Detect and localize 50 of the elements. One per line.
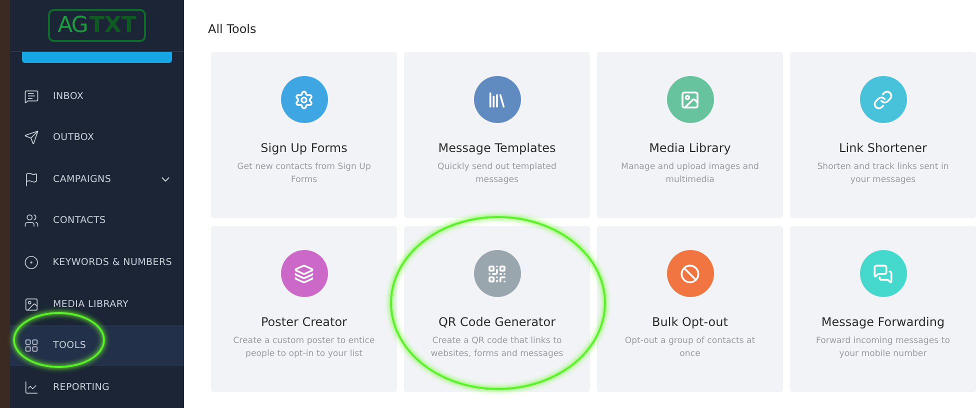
tool-title: Sign Up Forms xyxy=(260,141,348,155)
layers-icon xyxy=(294,264,314,284)
sidebar-item[interactable]: OUTBOX xyxy=(10,116,184,158)
image-icon xyxy=(24,296,39,312)
page-title: All Tools xyxy=(208,22,258,36)
sidebar-item[interactable]: INBOX xyxy=(10,75,184,117)
tool-title: Link Shortener xyxy=(839,141,927,155)
ban-icon xyxy=(680,264,700,284)
tool-card[interactable]: Link Shortener Shorten and track links sent in your messages xyxy=(790,52,976,218)
tool-description: Opt-out a group of contacts at once xyxy=(624,335,756,361)
sidebar-item[interactable]: CONTACTS xyxy=(10,200,184,242)
tool-title: Poster Creator xyxy=(260,315,347,329)
message-icon xyxy=(24,88,39,104)
qr-code-icon xyxy=(487,264,507,284)
tool-card[interactable]: Message Templates Quickly send out templated messages xyxy=(404,52,590,218)
flag-icon xyxy=(24,172,39,187)
sidebar-item[interactable]: REPORTING xyxy=(10,366,184,408)
link-icon xyxy=(873,90,893,110)
tool-card[interactable]: Media Library Manage and upload images and multimedia xyxy=(597,52,783,218)
sidebar-item[interactable]: CAMPAIGNS xyxy=(10,158,184,200)
sidebar-button[interactable] xyxy=(22,51,172,64)
target-icon xyxy=(24,254,39,270)
tool-card[interactable]: QR Code Generator Create a QR code that links to websites, forms and messages xyxy=(404,226,590,392)
sidebar-item[interactable]: MEDIA LIBRARY xyxy=(10,283,184,325)
grid-icon xyxy=(24,338,39,354)
tool-description: Shorten and track links sent in your messages xyxy=(816,161,950,187)
tool-card[interactable]: Bulk Opt-out Opt-out a group of contacts at once xyxy=(597,226,783,392)
tool-description: Manage and upload images and multimedia xyxy=(620,161,760,187)
tool-description: Create a custom poster to entice people to opt-in to your list xyxy=(232,335,376,361)
tool-card[interactable]: Sign Up Forms Get new contacts from Sign Up Forms xyxy=(211,52,397,218)
tool-description: Quickly send out templated messages xyxy=(436,161,558,187)
image-icon xyxy=(680,90,700,110)
paper-plane-icon xyxy=(24,130,39,146)
chat-bubbles-icon xyxy=(873,264,893,284)
sidebar-item[interactable]: KEYWORDS & NUMBERS xyxy=(10,242,184,284)
tool-card[interactable]: Message Forwarding Forward incoming messages to your mobile number xyxy=(790,226,976,392)
books-icon xyxy=(487,90,507,110)
sidebar-item[interactable]: TOOLS xyxy=(10,324,184,366)
tool-title: Message Templates xyxy=(438,141,556,155)
tool-title: QR Code Generator xyxy=(438,315,556,329)
gears-icon xyxy=(294,90,314,110)
line-chart-icon xyxy=(24,380,39,395)
tool-title: Message Forwarding xyxy=(821,315,945,329)
tool-description: Forward incoming messages to your mobile number xyxy=(815,335,951,361)
tool-card[interactable]: Poster Creator Create a custom poster to entice people to opt-in to your list xyxy=(211,226,397,392)
tool-description: Get new contacts from Sign Up Forms xyxy=(236,161,372,187)
tool-description: Create a QR code that links to websites, forms and messages xyxy=(430,335,564,361)
tool-title: Media Library xyxy=(649,141,731,155)
tool-title: Bulk Opt-out xyxy=(652,315,728,329)
users-icon xyxy=(24,213,39,228)
